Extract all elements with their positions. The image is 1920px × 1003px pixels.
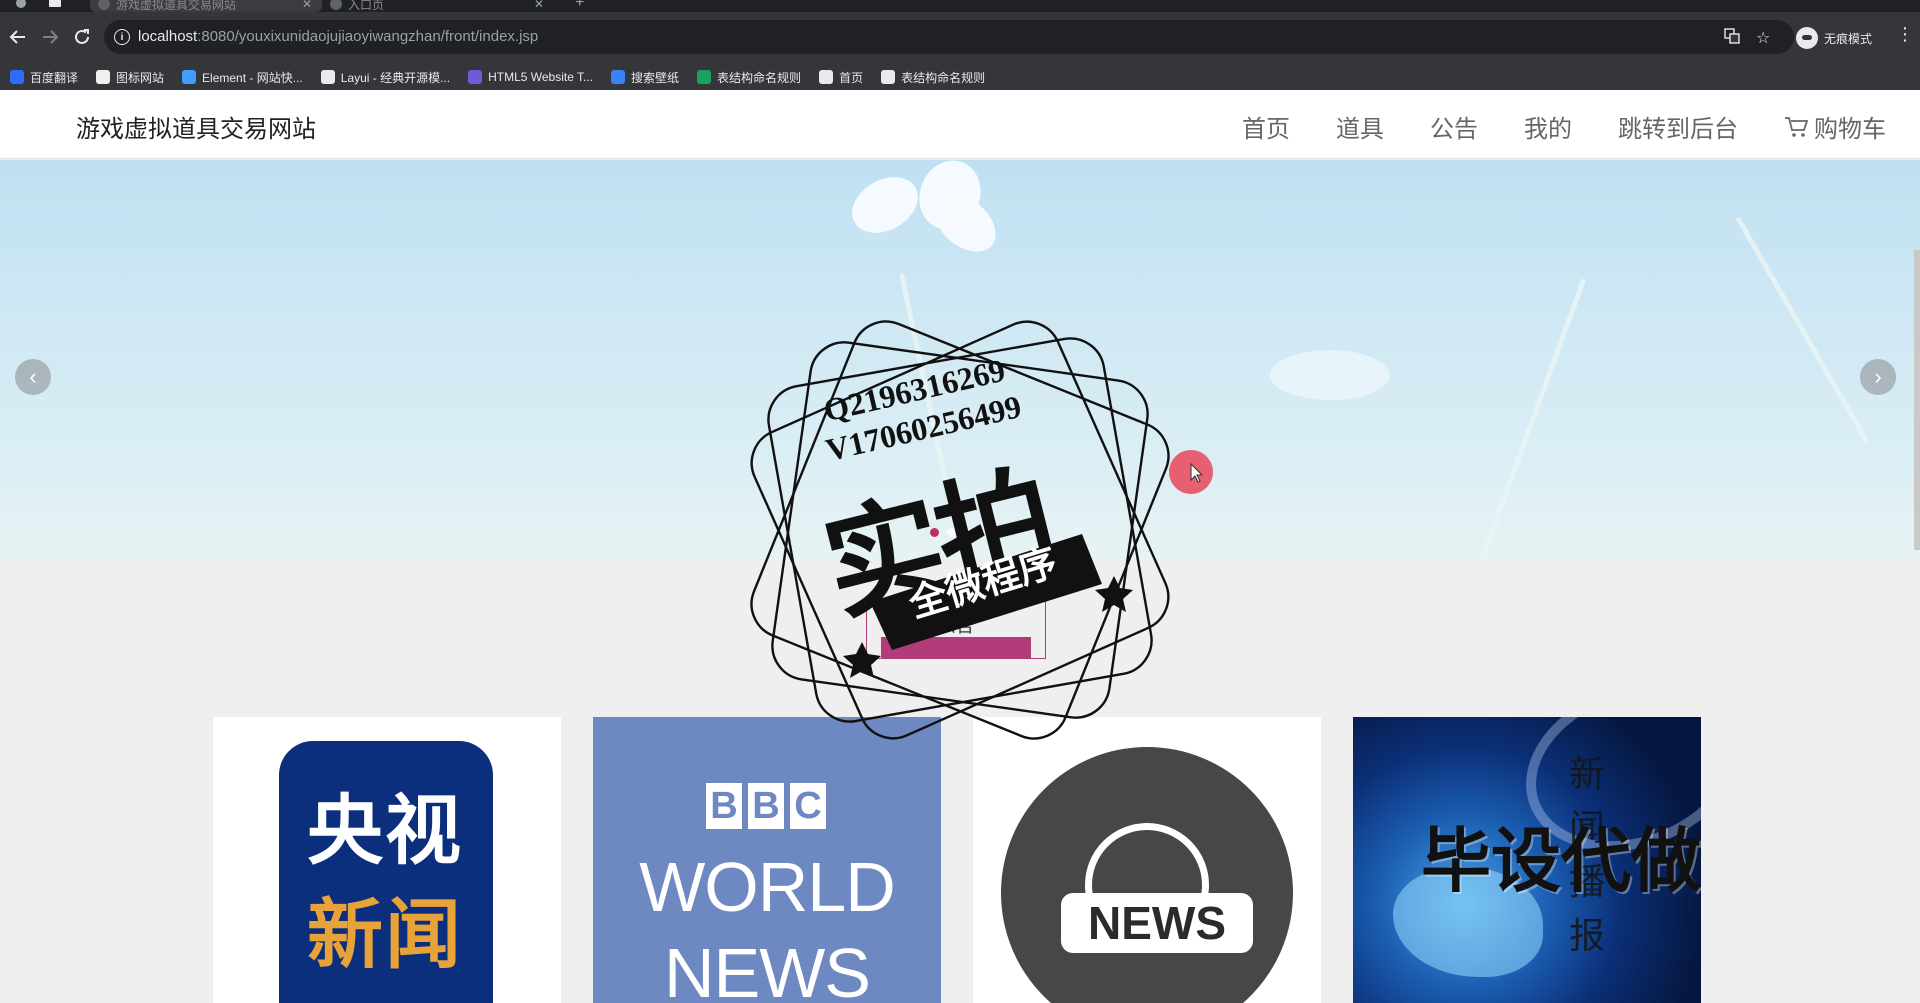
bookmarks-bar: 百度翻译 图标网站 Element - 网站快... Layui - 经典开源模...… bbox=[0, 64, 1920, 90]
mouse-pointer-icon bbox=[1190, 462, 1204, 483]
bbc-letter: B bbox=[706, 783, 742, 829]
nav-items[interactable]: 道具 bbox=[1336, 109, 1384, 144]
bookmark-label: 表结构命名规则 bbox=[901, 70, 986, 85]
site-header: 游戏虚拟道具交易网站 首页 道具 公告 我的 跳转到后台 购物车 bbox=[0, 90, 1920, 159]
nav-mine[interactable]: 我的 bbox=[1524, 109, 1572, 144]
nav-admin[interactable]: 跳转到后台 bbox=[1618, 109, 1738, 144]
bookmark-favicon-icon bbox=[10, 70, 24, 84]
bookmark-label: 百度翻译 bbox=[30, 70, 79, 85]
back-arrow-icon[interactable] bbox=[6, 25, 30, 49]
banner-decoration bbox=[842, 165, 928, 245]
bookmark-favicon-icon bbox=[182, 70, 197, 84]
carousel-next-icon[interactable]: › bbox=[1860, 359, 1896, 395]
url-text[interactable]: localhost:8080/youxixunidaojujiaoyiwangz… bbox=[138, 28, 538, 45]
url-path: :8080/youxixunidaojujiaoyiwangzhan/front… bbox=[197, 28, 539, 45]
bookmark-label: 图标网站 bbox=[116, 70, 165, 85]
new-tab-icon[interactable]: + bbox=[575, 0, 584, 12]
bookmark-favicon-icon bbox=[320, 70, 335, 84]
tab-active[interactable]: 游戏虚拟道具交易网站 ✕ bbox=[90, 0, 322, 12]
bookmark-star-icon[interactable]: ☆ bbox=[1756, 28, 1770, 48]
bookmark-item[interactable]: 首页 bbox=[819, 69, 863, 86]
bbc-news-text: NEWS bbox=[664, 934, 871, 1003]
bbc-world-text: WORLD bbox=[639, 848, 896, 926]
url-host: localhost bbox=[138, 28, 198, 45]
bookmark-item[interactable]: 表结构命名规则 bbox=[881, 69, 985, 86]
browser-menu-icon[interactable]: ⋮ bbox=[1896, 24, 1914, 45]
bookmark-item[interactable]: Layui - 经典开源模... bbox=[320, 69, 451, 86]
browser-toolbar: i localhost:8080/youxixunidaojujiaoyiwan… bbox=[0, 12, 1920, 64]
bbc-letter: C bbox=[790, 783, 826, 829]
bookmark-label: Element - 网站快... bbox=[202, 70, 303, 85]
bookmark-item[interactable]: 百度翻译 bbox=[10, 69, 78, 86]
cursor-highlight bbox=[1169, 450, 1213, 494]
page-scrollbar[interactable] bbox=[1914, 250, 1920, 550]
site-brand[interactable]: 游戏虚拟道具交易网站 bbox=[76, 109, 316, 144]
nav-notices[interactable]: 公告 bbox=[1430, 109, 1478, 144]
bookmark-item[interactable]: 表结构命名规则 bbox=[697, 69, 801, 86]
address-bar[interactable]: i localhost:8080/youxixunidaojujiaoyiwan… bbox=[104, 20, 1794, 54]
bookmark-label: HTML5 Website T... bbox=[488, 70, 594, 84]
cctv-logo: 央视 新闻 bbox=[279, 741, 493, 1003]
bookmark-item[interactable]: 搜索壁纸 bbox=[611, 69, 679, 86]
bookmark-favicon-icon bbox=[819, 70, 834, 84]
reload-icon[interactable] bbox=[70, 25, 94, 49]
bookmark-item[interactable]: Element - 网站快... bbox=[182, 69, 303, 86]
bookmark-favicon-icon bbox=[468, 70, 483, 84]
incognito-icon bbox=[1796, 27, 1818, 49]
bookmark-label: 首页 bbox=[839, 70, 864, 85]
nav-cart[interactable]: 购物车 bbox=[1784, 109, 1886, 144]
cctv-logo-bottom: 新闻 bbox=[307, 890, 463, 979]
bbc-logo: B B C bbox=[706, 783, 826, 829]
forward-arrow-icon[interactable] bbox=[38, 25, 62, 49]
profile-label: 无痕模式 bbox=[1824, 31, 1873, 46]
bbc-letter: B bbox=[748, 783, 784, 829]
banner-decoration bbox=[1735, 216, 1870, 444]
tab-close-icon[interactable]: ✕ bbox=[534, 0, 544, 11]
cctv-logo-top: 央视 bbox=[307, 786, 463, 875]
bookmark-label: 搜索壁纸 bbox=[631, 70, 680, 85]
tab-favicon-icon bbox=[98, 0, 110, 10]
bookmark-label: Layui - 经典开源模... bbox=[340, 70, 451, 85]
news-card-cctv[interactable]: 央视 新闻 bbox=[213, 717, 561, 1003]
incognito-profile-button[interactable]: 无痕模式 bbox=[1796, 25, 1872, 51]
banner-decoration bbox=[1478, 278, 1587, 559]
tab-inactive[interactable]: 入口页 ✕ bbox=[322, 0, 554, 12]
tab-favicon-icon bbox=[330, 0, 342, 10]
bookmark-favicon-icon bbox=[881, 70, 896, 84]
bookmark-item[interactable]: 图标网站 bbox=[96, 69, 164, 86]
news-globe-logo: NEWS bbox=[1001, 747, 1293, 1003]
tab-close-icon[interactable]: ✕ bbox=[302, 0, 312, 11]
bookmark-item[interactable]: HTML5 Website T... bbox=[468, 70, 593, 84]
nav-home[interactable]: 首页 bbox=[1242, 109, 1290, 144]
bookmark-favicon-icon bbox=[96, 70, 111, 84]
bookmark-favicon-icon bbox=[611, 70, 626, 84]
news-logo-text: NEWS bbox=[1061, 893, 1253, 953]
news-card-broadcast[interactable]: 新闻播报 毕设代做 bbox=[1353, 717, 1701, 1003]
site-info-icon[interactable]: i bbox=[114, 29, 130, 45]
cart-label: 购物车 bbox=[1814, 116, 1886, 143]
bookmark-favicon-icon bbox=[697, 70, 712, 84]
browser-tab-strip: 游戏虚拟道具交易网站 ✕ 入口页 ✕ + bbox=[0, 0, 1920, 12]
bookmark-label: 表结构命名规则 bbox=[717, 70, 802, 85]
tab-search-icon[interactable] bbox=[48, 0, 62, 10]
translate-icon[interactable] bbox=[1724, 28, 1740, 49]
carousel-prev-icon[interactable]: ‹ bbox=[15, 359, 51, 395]
main-nav: 首页 道具 公告 我的 跳转到后台 购物车 bbox=[1242, 109, 1886, 144]
broadcast-overlay-text: 毕设代做 bbox=[1421, 822, 1701, 900]
browser-app-icon[interactable] bbox=[14, 0, 28, 10]
banner-decoration bbox=[1270, 350, 1390, 400]
watermark-stamp: Q2196316269 V17060256499 实拍 全微程序 bbox=[720, 290, 1200, 770]
cart-icon bbox=[1785, 116, 1808, 137]
